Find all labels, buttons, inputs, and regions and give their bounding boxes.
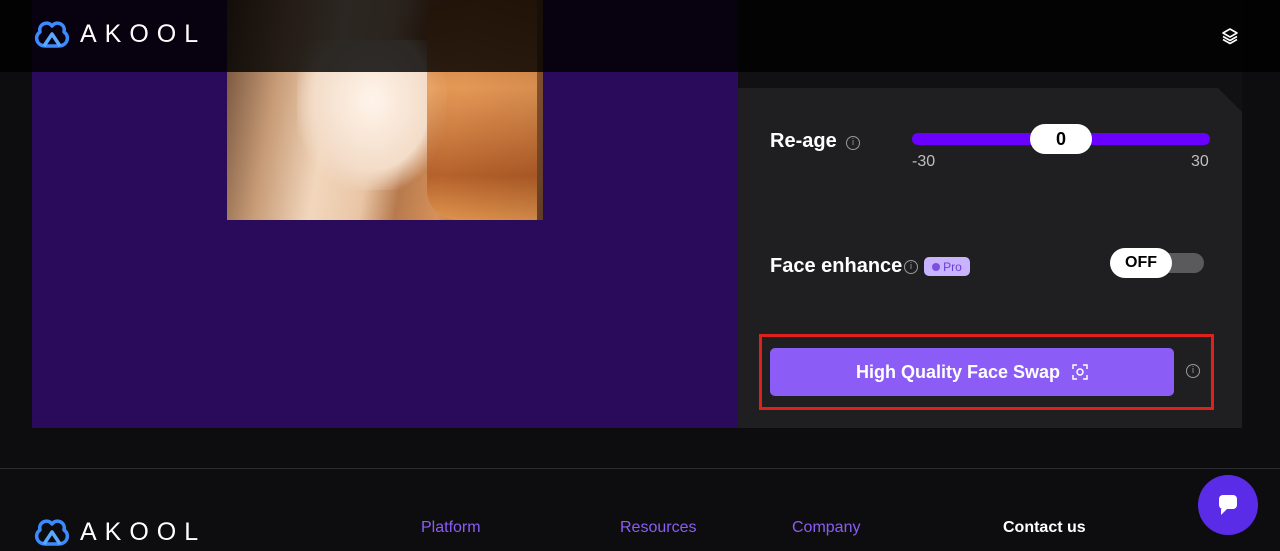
highlight-box [759, 334, 1214, 410]
panel-corner [1218, 88, 1242, 112]
footer-link-company[interactable]: Company [792, 519, 860, 537]
footer-link-resources[interactable]: Resources [620, 519, 696, 537]
footer-brand-logo[interactable]: AKOOL [32, 516, 206, 548]
footer-contact-title: Contact us [1003, 519, 1086, 536]
chat-icon [1219, 495, 1237, 515]
crown-icon [932, 262, 941, 271]
reage-label: Re-age [770, 130, 837, 152]
footer-brand-name: AKOOL [80, 517, 207, 546]
reage-min-label: -30 [912, 153, 936, 170]
footer-divider [0, 468, 1280, 469]
info-icon[interactable]: i [846, 136, 860, 150]
layers-icon[interactable] [1218, 24, 1242, 48]
logo-icon [34, 519, 70, 546]
info-icon[interactable]: i [904, 260, 918, 274]
brand-name: AKOOL [80, 19, 207, 48]
chat-button[interactable] [1198, 475, 1258, 535]
reage-slider-thumb[interactable]: 0 [1030, 124, 1092, 154]
footer-link-platform[interactable]: Platform [421, 519, 481, 537]
face-enhance-toggle-knob[interactable]: OFF [1110, 248, 1172, 278]
pro-badge-label: Pro [943, 259, 962, 274]
face-enhance-label: Face enhance [770, 255, 903, 277]
logo-icon [34, 21, 70, 48]
pro-badge: Pro [924, 257, 970, 276]
reage-max-label: 30 [1191, 153, 1209, 170]
brand-logo[interactable]: AKOOL [32, 18, 206, 50]
